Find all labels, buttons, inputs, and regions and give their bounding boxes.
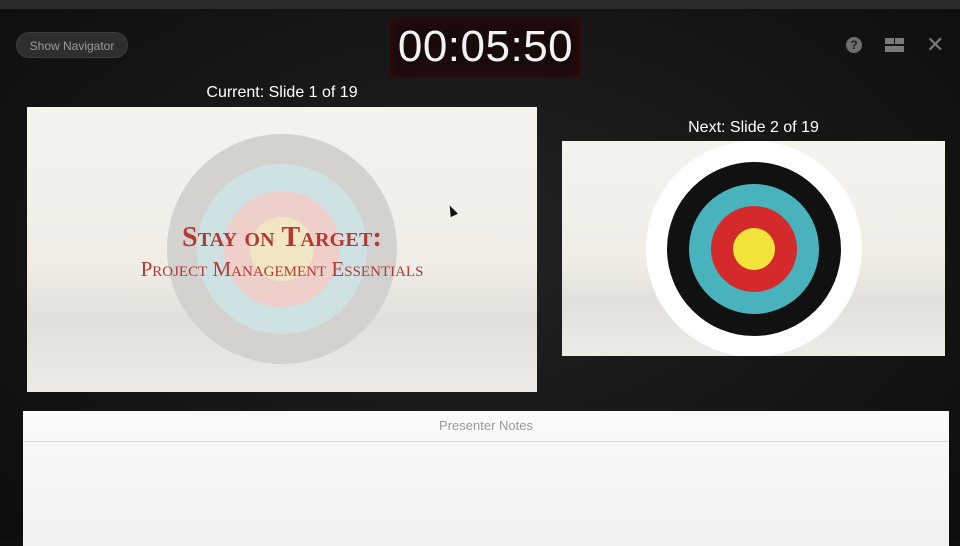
slide-title: Stay on Target: <box>181 222 383 253</box>
next-slide-preview[interactable] <box>562 141 945 356</box>
current-slide-preview[interactable]: Stay on Target: Project Management Essen… <box>27 107 537 392</box>
current-slide-label: Current: Slide 1 of 19 <box>206 84 358 101</box>
next-slide-label: Next: Slide 2 of 19 <box>688 119 819 136</box>
layout-cell <box>895 38 904 44</box>
layout-cell <box>885 38 894 44</box>
target-bullseye <box>733 228 775 270</box>
presenter-notes-panel[interactable]: Presenter Notes <box>23 411 949 546</box>
layout-cell <box>885 46 904 52</box>
show-navigator-button[interactable]: Show Navigator <box>16 32 128 58</box>
presenter-notes-header: Presenter Notes <box>23 411 949 442</box>
help-icon[interactable]: ? <box>846 37 862 53</box>
layout-icon[interactable] <box>885 38 904 52</box>
slide-subtitle: Project Management Essentials <box>140 257 424 281</box>
top-bar <box>0 0 960 9</box>
elapsed-timer: 00:05:50 <box>390 17 581 77</box>
close-icon[interactable]: ✕ <box>926 34 944 56</box>
